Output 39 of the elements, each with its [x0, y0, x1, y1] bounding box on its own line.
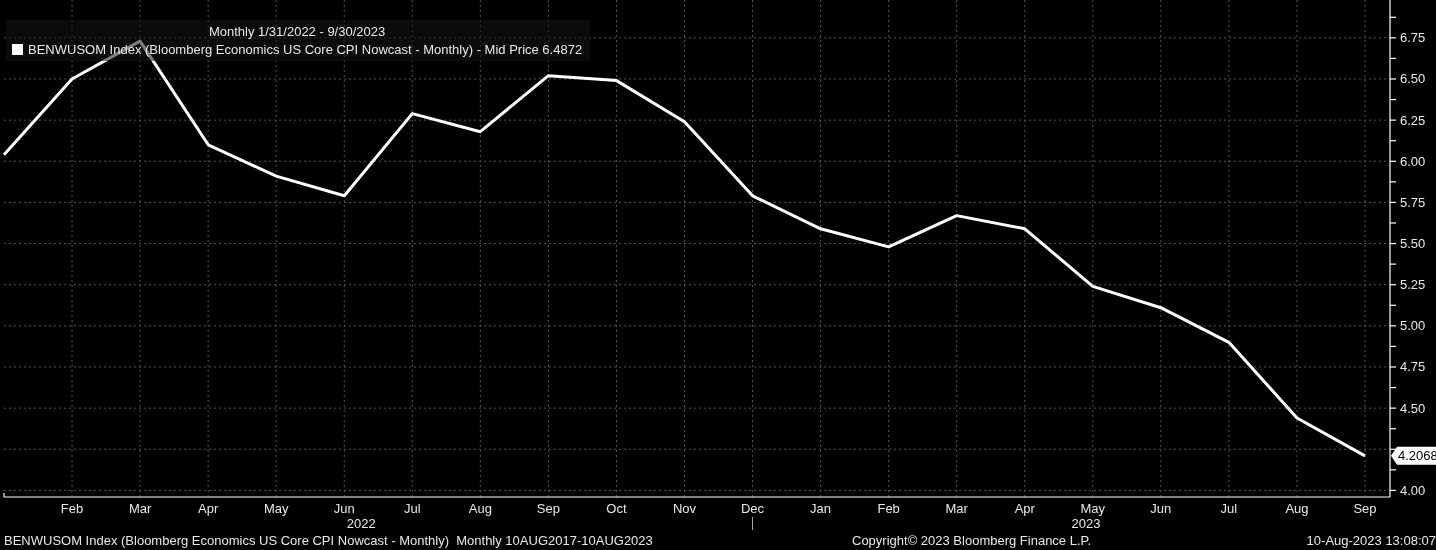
x-tick-label: Aug — [1285, 501, 1309, 516]
x-tick-label: Apr — [198, 501, 219, 516]
x-tick-label: Sep — [1353, 501, 1377, 516]
y-tick-label: 5.75 — [1400, 194, 1426, 210]
x-tick-label: Feb — [60, 501, 84, 516]
legend-series-label: BENWUSOM Index (Bloomberg Economics US Core CPI Nowcast - Monthly) - Mid Price 6.4872 — [28, 42, 583, 57]
source-text: BENWUSOM Index (Bloomberg Economics US Core CPI Nowcast - Monthly) Monthly 10AUG2017-10AUG2023 — [4, 532, 654, 548]
x-tick-label: Jul — [1220, 501, 1238, 516]
x-tick-label: Jun — [333, 501, 355, 516]
x-tick-label: Jun — [1150, 501, 1172, 516]
x-tick-label: Oct — [606, 501, 627, 516]
y-tick-label: 6.75 — [1400, 30, 1426, 46]
year-label: 2023 — [1071, 516, 1101, 530]
x-tick-label: Feb — [877, 501, 900, 516]
x-tick-label: Mar — [945, 501, 968, 516]
y-tick-label: 6.00 — [1400, 153, 1426, 169]
y-tick-label: 6.25 — [1400, 112, 1426, 128]
x-tick-label: Jul — [404, 501, 421, 516]
x-tick-label: Sep — [536, 501, 560, 516]
y-tick-label: 4.75 — [1400, 359, 1426, 375]
x-tick-label: Aug — [468, 501, 492, 516]
y-tick-label: 4.50 — [1400, 400, 1426, 416]
x-tick-label: Jan — [810, 501, 832, 516]
year-divider — [752, 516, 754, 530]
year-label: 2022 — [346, 516, 376, 530]
y-tick-label: 5.50 — [1400, 236, 1426, 252]
x-tick-label: Apr — [1014, 501, 1035, 516]
timestamp: 10-Aug-2023 13:08:07 — [1305, 532, 1436, 548]
x-tick-label: May — [263, 501, 289, 516]
x-tick-label: May — [1080, 501, 1106, 516]
y-tick-label: 4.00 — [1400, 482, 1426, 498]
copyright-text: Copyright© 2023 Bloomberg Finance L.P. — [852, 532, 1093, 548]
x-tick-label: Mar — [128, 501, 152, 516]
x-tick-label: Nov — [672, 501, 697, 516]
y-tick-label: 5.00 — [1400, 318, 1426, 334]
y-tick-label: 5.25 — [1400, 277, 1426, 293]
x-tick-label: Dec — [741, 501, 765, 516]
y-tick-label: 6.50 — [1400, 71, 1426, 87]
legend-period: Monthly 1/31/2022 - 9/30/2023 — [208, 24, 386, 39]
